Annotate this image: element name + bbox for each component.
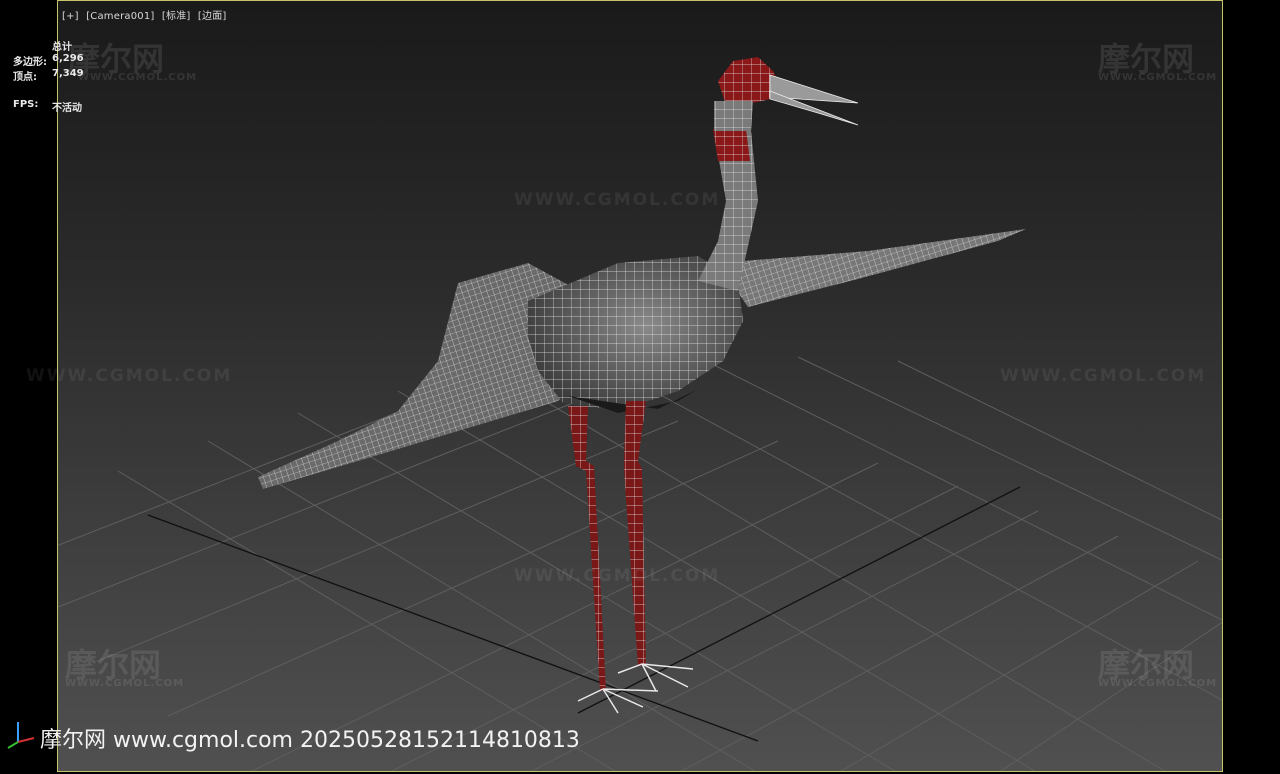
crane-head <box>714 57 859 131</box>
camera-viewport[interactable]: [+] [Camera001] [标准] [边面] <box>57 0 1223 772</box>
viewport-label[interactable]: [+] [Camera001] [标准] [边面] <box>62 7 231 22</box>
viewport-camera-label[interactable]: [Camera001] <box>86 11 154 22</box>
watermark-logo-sub: WWW.CGMOL.COM <box>1098 678 1218 689</box>
viewport-edges-label[interactable]: [边面] <box>198 11 227 22</box>
polys-label: 多边形: <box>13 57 47 68</box>
grid-axis-lines <box>147 486 1021 742</box>
fps-value: 不活动 <box>52 103 82 114</box>
watermark-logo-sub: WWW.CGMOL.COM <box>1098 72 1218 83</box>
fps-label: FPS: <box>13 99 39 110</box>
crane-legs <box>568 401 646 691</box>
viewport-scene <box>58 57 1222 771</box>
watermark-site-text: WWW.CGMOL.COM <box>26 366 233 386</box>
crane-right-wing <box>718 229 1026 307</box>
watermark-site-text: WWW.CGMOL.COM <box>1000 366 1207 386</box>
watermark-site-text: WWW.CGMOL.COM <box>514 566 721 586</box>
bottom-watermark: 摩尔网 www.cgmol.com 20250528152114810813 <box>40 728 580 753</box>
viewport-shading-label[interactable]: [标准] <box>162 11 191 22</box>
viewport-menu-plus[interactable]: [+] <box>62 11 79 22</box>
watermark-site-text: WWW.CGMOL.COM <box>514 190 721 210</box>
watermark-logo-sub: WWW.CGMOL.COM <box>78 72 198 83</box>
verts-label: 顶点: <box>13 72 37 83</box>
crane-feet <box>577 663 694 714</box>
axis-gizmo-icon <box>7 722 35 749</box>
watermark-logo-sub: WWW.CGMOL.COM <box>65 678 185 689</box>
